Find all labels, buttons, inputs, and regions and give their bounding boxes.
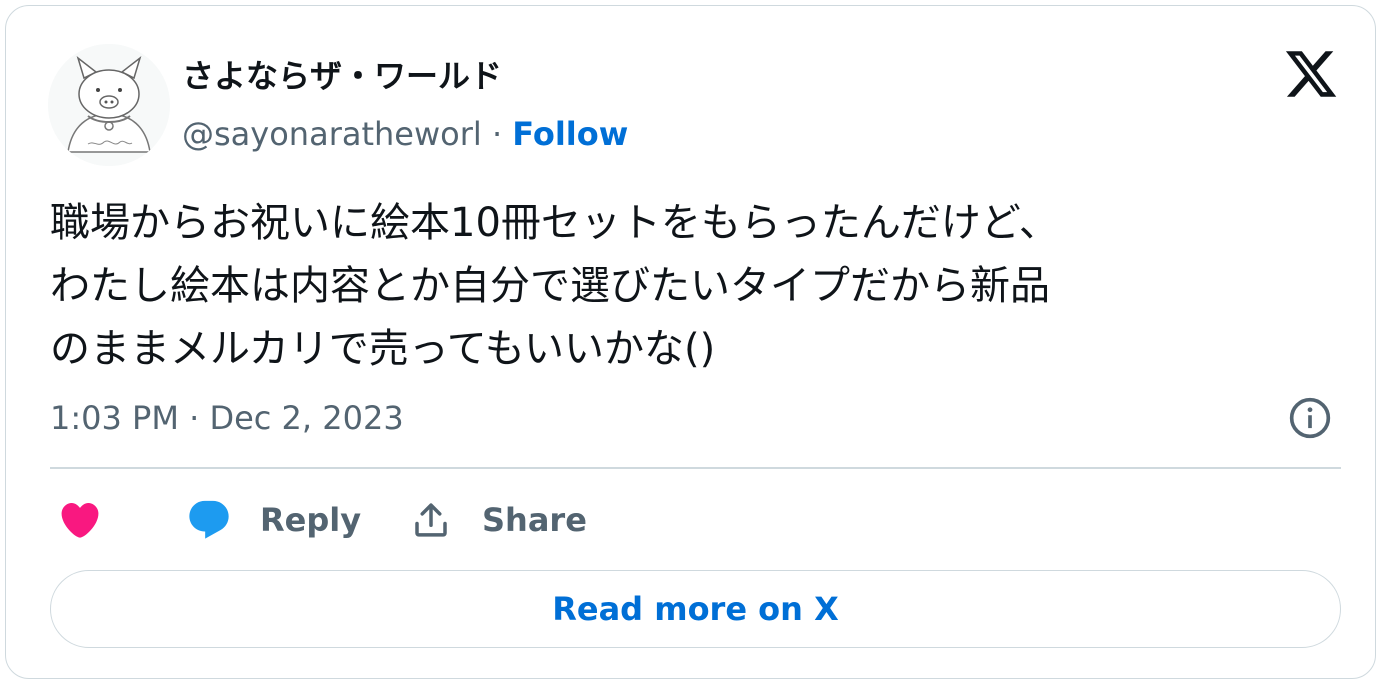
like-button[interactable] — [58, 496, 102, 544]
info-icon[interactable] — [1288, 396, 1332, 440]
speech-bubble-icon — [189, 500, 229, 539]
tweet-timestamp[interactable]: 1:03 PM · Dec 2, 2023 — [50, 398, 404, 438]
tweet-text-line: わたし絵本は内容とか自分で選びたいタイプだから新品 — [50, 263, 1050, 309]
heart-icon — [61, 502, 99, 538]
divider — [50, 467, 1341, 469]
tweet-text-line: のままメルカリで売ってもいいかな() — [50, 326, 716, 372]
separator-dot: · — [491, 115, 513, 153]
share-label: Share — [482, 501, 587, 539]
follow-link[interactable]: Follow — [512, 115, 628, 153]
user-handle[interactable]: @sayonaratheworl — [182, 115, 482, 153]
read-more-button[interactable]: Read more on X — [50, 570, 1341, 648]
x-logo-icon[interactable] — [1282, 46, 1340, 102]
embedded-tweet-card: さよならザ・ワールド @sayonaratheworl · Follow 職場か… — [5, 5, 1376, 679]
tweet-text-line: 職場からお祝いに絵本10冊セットをもらったんだけど、 — [50, 200, 1059, 246]
reply-button[interactable]: Reply — [186, 496, 361, 544]
upload-icon — [415, 503, 447, 537]
share-button[interactable]: Share — [410, 496, 587, 544]
handle-row: @sayonaratheworl · Follow — [182, 114, 628, 154]
pig-avatar-icon — [48, 44, 170, 166]
tweet-text: 職場からお祝いに絵本10冊セットをもらったんだけど、 わたし絵本は内容とか自分で… — [50, 192, 1340, 381]
avatar[interactable] — [48, 44, 170, 166]
display-name[interactable]: さよならザ・ワールド — [182, 56, 502, 96]
reply-label: Reply — [260, 501, 362, 539]
